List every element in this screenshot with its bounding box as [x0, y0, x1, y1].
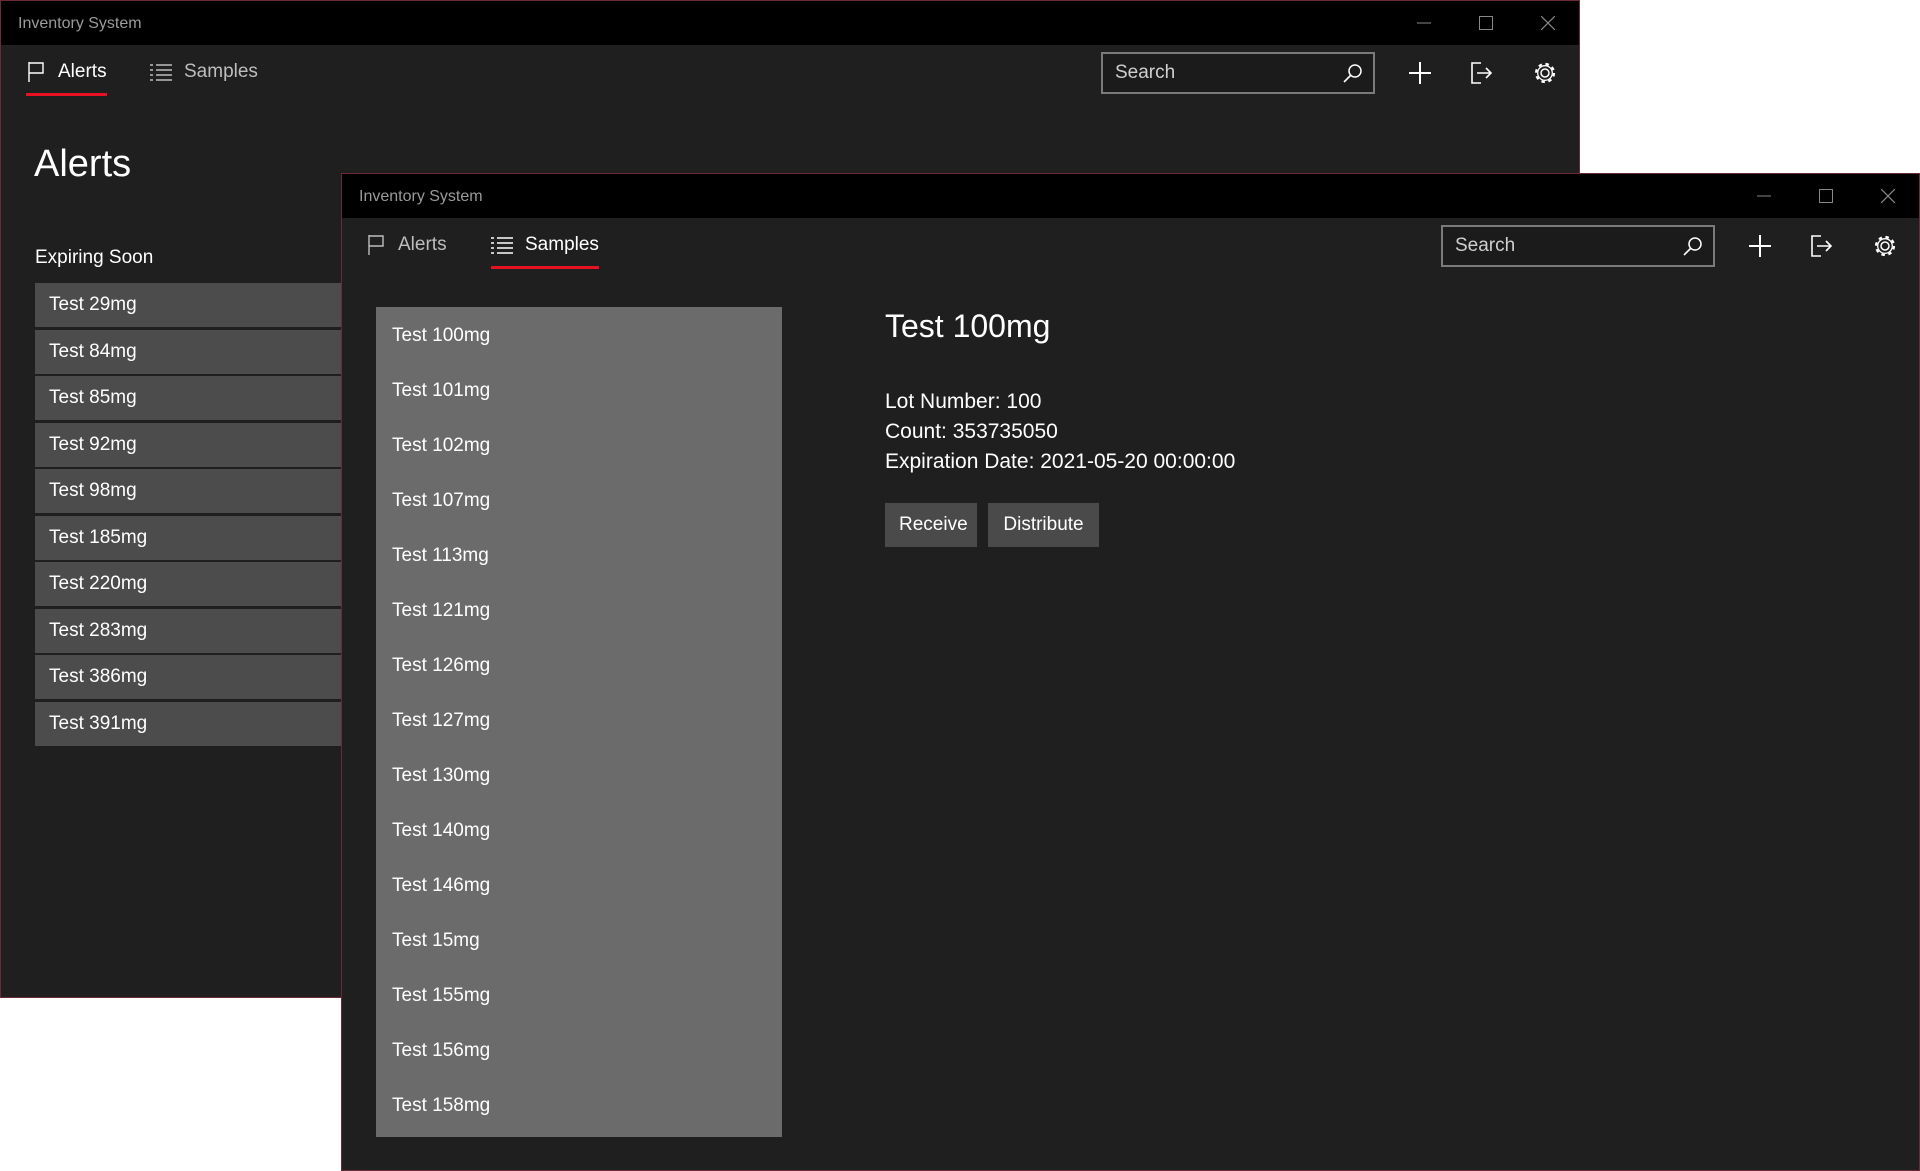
tab-samples[interactable]: Samples — [491, 224, 599, 269]
maximize-button[interactable] — [1795, 174, 1857, 218]
list-item[interactable]: Test 156mg — [376, 1023, 782, 1078]
samples-list[interactable]: Test 100mg Test 101mg Test 102mg Test 10… — [376, 307, 782, 1137]
list-item[interactable]: Test 220mg — [35, 562, 345, 606]
list-item[interactable]: Test 130mg — [376, 748, 782, 803]
tab-label: Samples — [184, 61, 258, 82]
search-input[interactable] — [1115, 60, 1330, 86]
minimize-button[interactable] — [1393, 1, 1455, 45]
list-item[interactable]: Test 391mg — [35, 701, 345, 746]
list-item[interactable]: Test 386mg — [35, 655, 345, 699]
flag-icon — [28, 62, 44, 82]
maximize-button[interactable] — [1455, 1, 1517, 45]
tab-alerts[interactable]: Alerts — [366, 224, 447, 266]
list-item[interactable]: Test 98mg — [35, 469, 345, 513]
tab-label: Alerts — [58, 61, 107, 82]
list-item[interactable]: Test 102mg — [376, 418, 782, 473]
section-label: Expiring Soon — [35, 247, 154, 268]
window-title: Inventory System — [18, 15, 142, 32]
minimize-icon — [1417, 22, 1431, 24]
list-item[interactable]: Test 85mg — [35, 376, 345, 420]
sign-out-button[interactable] — [1799, 224, 1843, 268]
settings-button[interactable] — [1523, 51, 1567, 95]
settings-button[interactable] — [1863, 224, 1907, 268]
expiring-soon-list: Test 29mg Test 84mg Test 85mg Test 92mg … — [35, 283, 345, 748]
search-box[interactable] — [1101, 52, 1375, 94]
tab-label: Samples — [525, 234, 599, 255]
distribute-button[interactable]: Distribute — [988, 503, 1099, 547]
close-button[interactable] — [1517, 1, 1579, 45]
title-bar[interactable]: Inventory System — [1, 1, 1579, 45]
list-item[interactable]: Test 126mg — [376, 638, 782, 693]
list-item[interactable]: Test 15mg — [376, 913, 782, 968]
sign-out-icon — [1811, 235, 1833, 257]
nav-bar: Alerts Samples — [1, 45, 1579, 105]
plus-icon — [1749, 235, 1771, 257]
sample-name: Test 100mg — [885, 308, 1051, 344]
gear-icon — [1874, 235, 1896, 257]
gear-icon — [1534, 62, 1556, 84]
search-input[interactable] — [1455, 233, 1670, 259]
search-box[interactable] — [1441, 225, 1715, 267]
sign-out-icon — [1471, 62, 1493, 84]
tab-alerts[interactable]: Alerts — [26, 51, 107, 96]
list-item[interactable]: Test 158mg — [376, 1078, 782, 1133]
plus-icon — [1409, 62, 1431, 84]
list-item[interactable]: Test 29mg — [35, 283, 345, 327]
list-item[interactable]: Test 283mg — [35, 608, 345, 653]
expiration-date: Expiration Date: 2021-05-20 00:00:00 — [885, 450, 1236, 473]
minimize-icon — [1757, 195, 1771, 197]
search-icon[interactable] — [1683, 236, 1703, 256]
receive-button[interactable]: Receive — [885, 503, 977, 547]
close-button[interactable] — [1857, 174, 1919, 218]
list-item[interactable]: Test 155mg — [376, 968, 782, 1023]
list-item[interactable]: Test 127mg — [376, 693, 782, 748]
window-title: Inventory System — [359, 188, 483, 205]
list-item[interactable]: Test 84mg — [35, 329, 345, 374]
list-item[interactable]: Test 140mg — [376, 803, 782, 858]
list-icon — [150, 64, 172, 81]
title-bar[interactable]: Inventory System — [342, 174, 1919, 218]
minimize-button[interactable] — [1733, 174, 1795, 218]
front-window: Inventory System Alerts Samples Search T… — [341, 173, 1920, 1171]
list-item[interactable]: Test 107mg — [376, 473, 782, 528]
lot-number: Lot Number: 100 — [885, 390, 1042, 413]
nav-bar: Alerts Samples — [342, 218, 1919, 278]
list-item[interactable]: Test 146mg — [376, 858, 782, 913]
list-item[interactable]: Test 101mg — [376, 363, 782, 418]
tab-label: Alerts — [398, 234, 447, 255]
count: Count: 353735050 — [885, 420, 1058, 443]
tab-samples[interactable]: Samples — [150, 51, 258, 93]
list-item[interactable]: Test 113mg — [376, 528, 782, 583]
flag-icon — [368, 235, 384, 255]
add-button[interactable] — [1398, 51, 1442, 95]
close-icon — [1541, 16, 1555, 30]
maximize-icon — [1479, 16, 1493, 30]
add-button[interactable] — [1738, 224, 1782, 268]
list-item[interactable]: Test 92mg — [35, 422, 345, 467]
list-icon — [491, 237, 513, 254]
search-icon[interactable] — [1343, 63, 1363, 83]
list-item[interactable]: Test 121mg — [376, 583, 782, 638]
sign-out-button[interactable] — [1459, 51, 1503, 95]
maximize-icon — [1819, 189, 1833, 203]
page-title: Alerts — [34, 143, 132, 185]
list-item[interactable]: Test 100mg — [376, 308, 782, 363]
close-icon — [1881, 189, 1895, 203]
list-item[interactable]: Test 185mg — [35, 515, 345, 560]
